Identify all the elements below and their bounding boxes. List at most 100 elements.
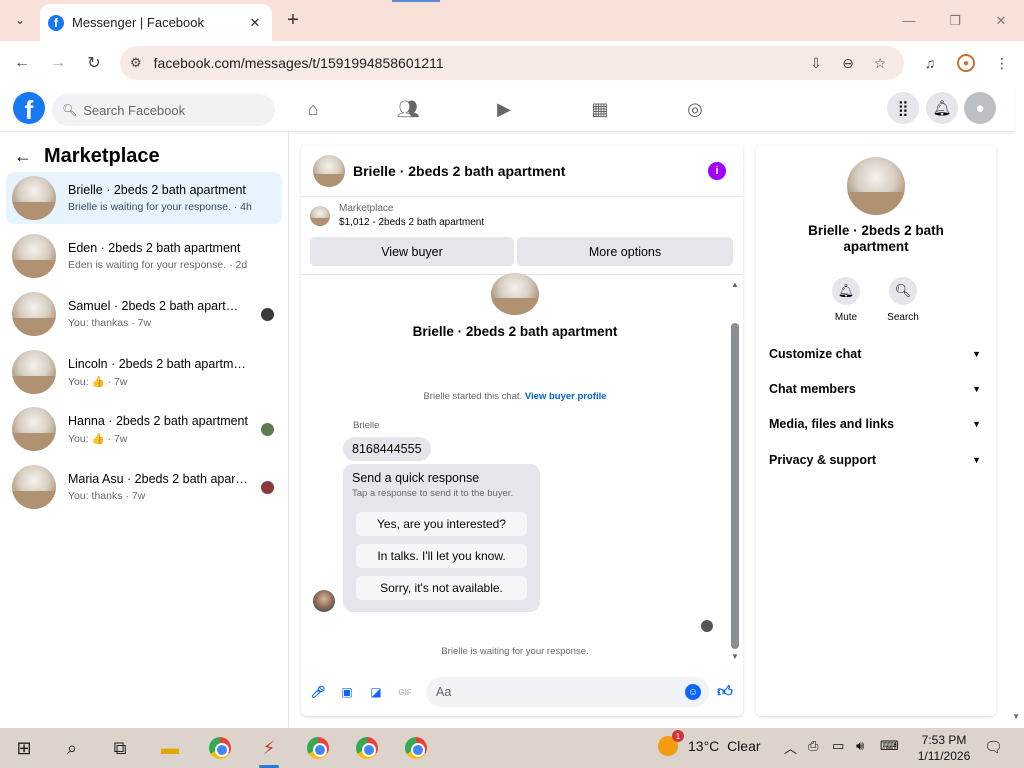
media-files-links-section[interactable]: Media, files and links ▼ <box>769 413 983 435</box>
chat-details-panel: Brielle · 2beds 2 bath apartment 🔔︎ Mute… <box>756 145 996 716</box>
tab-close-icon[interactable]: ✕ <box>246 15 264 31</box>
chrome-taskbar-icon[interactable] <box>401 734 431 762</box>
app-taskbar-icon[interactable]: ⚡ <box>254 734 284 762</box>
account-avatar[interactable]: ● <box>964 92 996 124</box>
notifications-icon[interactable]: 🗨︎ <box>984 738 1003 756</box>
mute-button[interactable]: 🔔︎ Mute <box>823 277 869 323</box>
read-receipt-avatar <box>261 481 274 494</box>
chrome-taskbar-icon[interactable] <box>352 734 382 762</box>
quick-response-button[interactable]: Sorry, it's not available. <box>356 576 527 600</box>
home-icon[interactable]: ⌂ <box>300 96 326 122</box>
section-label: Customize chat <box>769 347 862 361</box>
back-arrow-icon[interactable]: ← <box>14 146 32 167</box>
close-window-button[interactable]: ✕ <box>978 0 1024 41</box>
message-input[interactable] <box>436 685 676 699</box>
weather-condition: Clear <box>727 738 761 754</box>
new-tab-button[interactable]: + <box>282 8 304 32</box>
privacy-support-section[interactable]: Privacy & support ▼ <box>769 449 983 471</box>
message-input-box[interactable]: ☺ <box>426 677 709 707</box>
scroll-down-arrow-icon[interactable]: ▼ <box>731 653 739 661</box>
video-icon[interactable]: ▶ <box>491 96 517 122</box>
bookmark-star-icon[interactable]: ☆ <box>870 53 890 73</box>
forward-button[interactable]: → <box>46 51 70 75</box>
network-icon[interactable]: ▭ <box>832 738 844 754</box>
marketplace-label: Marketplace <box>339 203 394 214</box>
listing-thumbnail <box>12 292 56 336</box>
quick-response-button[interactable]: Yes, are you interested? <box>356 512 527 536</box>
photo-icon[interactable]: ▣ <box>338 683 356 701</box>
search-icon[interactable]: ⌕ <box>57 734 87 762</box>
reload-button[interactable]: ↻ <box>82 51 106 75</box>
emoji-icon[interactable]: ☺ <box>685 684 701 700</box>
conversation-name: Maria Asu · 2beds 2 bath apart... <box>68 472 248 486</box>
info-icon[interactable]: i <box>708 162 726 180</box>
tab-list-button[interactable]: ⌄ <box>8 8 32 32</box>
scroll-thumb[interactable] <box>731 323 739 649</box>
back-button[interactable]: ← <box>10 51 34 75</box>
facebook-search-input[interactable] <box>83 102 264 118</box>
read-receipt-avatar <box>261 308 274 321</box>
keyboard-icon[interactable]: ⌨ <box>880 738 899 754</box>
conversation-item-samuel[interactable]: Samuel · 2beds 2 bath apartment You: than… <box>6 288 282 340</box>
chrome-taskbar-icon[interactable] <box>303 734 333 762</box>
conversation-item-brielle[interactable]: Brielle · 2beds 2 bath apartment Brielle … <box>6 172 282 224</box>
more-options-button[interactable]: More options <box>517 237 733 266</box>
site-info-icon[interactable]: ⚙ <box>130 55 142 71</box>
windows-start-icon[interactable]: ⊞ <box>9 734 39 762</box>
profile-icon[interactable]: ● <box>956 53 976 73</box>
marketplace-icon[interactable]: ▦ <box>587 96 613 122</box>
conversation-item-lincoln[interactable]: Lincoln · 2beds 2 bath apartment You: 👍 ·… <box>6 346 282 398</box>
menu-grid-icon[interactable]: ⣿ <box>887 92 919 124</box>
chat-header-thumbnail[interactable] <box>313 154 345 187</box>
chat-header-name[interactable]: Brielle · 2beds 2 bath apartment <box>353 163 565 179</box>
media-controls-icon[interactable]: ♫ <box>920 53 940 73</box>
minimize-button[interactable]: — <box>886 0 932 41</box>
meet-now-icon[interactable]: ⎙ <box>808 738 818 754</box>
sender-name: Brielle <box>353 420 380 431</box>
address-bar[interactable]: ⚙ facebook.com/messages/t/15919948586012… <box>120 46 904 80</box>
facebook-search-box[interactable]: 🔍︎ <box>52 94 275 126</box>
chat-started-notice: Brielle started this chat. View buyer pr… <box>301 391 729 402</box>
zoom-icon[interactable]: ⊖ <box>838 53 858 73</box>
show-hidden-icons-icon[interactable]: ︿ <box>784 738 797 757</box>
groups-icon[interactable]: ◎ <box>682 96 708 122</box>
weather-widget[interactable]: 1 13°C Clear <box>658 730 761 756</box>
file-explorer-icon[interactable]: ▬ <box>155 734 185 762</box>
conversation-item-maria-asu[interactable]: Maria Asu · 2beds 2 bath apart... You: th… <box>6 461 282 513</box>
message-composer: 🎤︎ ▣ ◪ GIF ☺ 👍︎ <box>301 675 743 709</box>
view-buyer-profile-link[interactable]: View buyer profile <box>525 391 607 402</box>
thumbs-up-icon[interactable]: 👍︎ <box>716 683 734 701</box>
chat-scrollbar[interactable]: ▲ ▼ <box>731 281 739 661</box>
notifications-bell-icon[interactable]: 🔔︎ <box>926 92 958 124</box>
conversation-item-eden[interactable]: Eden · 2beds 2 bath apartment Eden is wai… <box>6 230 282 282</box>
restore-button[interactable]: ❐ <box>932 0 978 41</box>
listing-thumbnail <box>12 234 56 278</box>
clock[interactable]: 7:53 PM 1/11/2026 <box>914 732 974 764</box>
volume-icon[interactable]: 🔊︎ <box>856 738 864 754</box>
chrome-menu-icon[interactable]: ⋮ <box>992 53 1012 73</box>
task-view-icon[interactable]: ⧉ <box>105 734 135 762</box>
quick-response-button[interactable]: In talks. I'll let you know. <box>356 544 527 568</box>
gif-icon[interactable]: GIF <box>396 683 414 701</box>
window-indicator <box>392 0 440 2</box>
facebook-logo-icon[interactable]: f <box>13 92 45 124</box>
sticker-icon[interactable]: ◪ <box>367 683 385 701</box>
chrome-taskbar-icon[interactable] <box>205 734 235 762</box>
microphone-icon[interactable]: 🎤︎ <box>309 683 327 701</box>
view-buyer-button[interactable]: View buyer <box>310 237 514 266</box>
listing-thumbnail <box>12 407 56 451</box>
conversation-snippet: You: 👍 · 7w <box>68 432 128 445</box>
browser-tab-messenger[interactable]: f Messenger | Facebook ✕ <box>40 4 272 41</box>
sender-avatar[interactable] <box>313 590 335 612</box>
conversation-item-hanna[interactable]: Hanna · 2beds 2 bath apartment You: 👍 · 7… <box>6 403 282 455</box>
scroll-up-arrow-icon[interactable]: ▲ <box>731 281 739 289</box>
search-chat-button[interactable]: 🔍︎ Search <box>880 277 926 323</box>
facebook-header: f 🔍︎ ⌂ 👥︎ ▶ ▦ ◎ ⣿ 🔔︎ ● <box>0 86 1014 132</box>
customize-chat-section[interactable]: Customize chat ▼ <box>769 343 983 365</box>
friends-icon[interactable]: 👥︎ <box>395 96 421 122</box>
chat-header: Brielle · 2beds 2 bath apartment i <box>301 145 743 197</box>
page-scroll-down-arrow-icon[interactable]: ▼ <box>1012 712 1020 721</box>
conversation-name: Brielle · 2beds 2 bath apartment <box>68 183 246 197</box>
chat-members-section[interactable]: Chat members ▼ <box>769 378 983 400</box>
install-app-icon[interactable]: ⇩ <box>806 53 826 73</box>
